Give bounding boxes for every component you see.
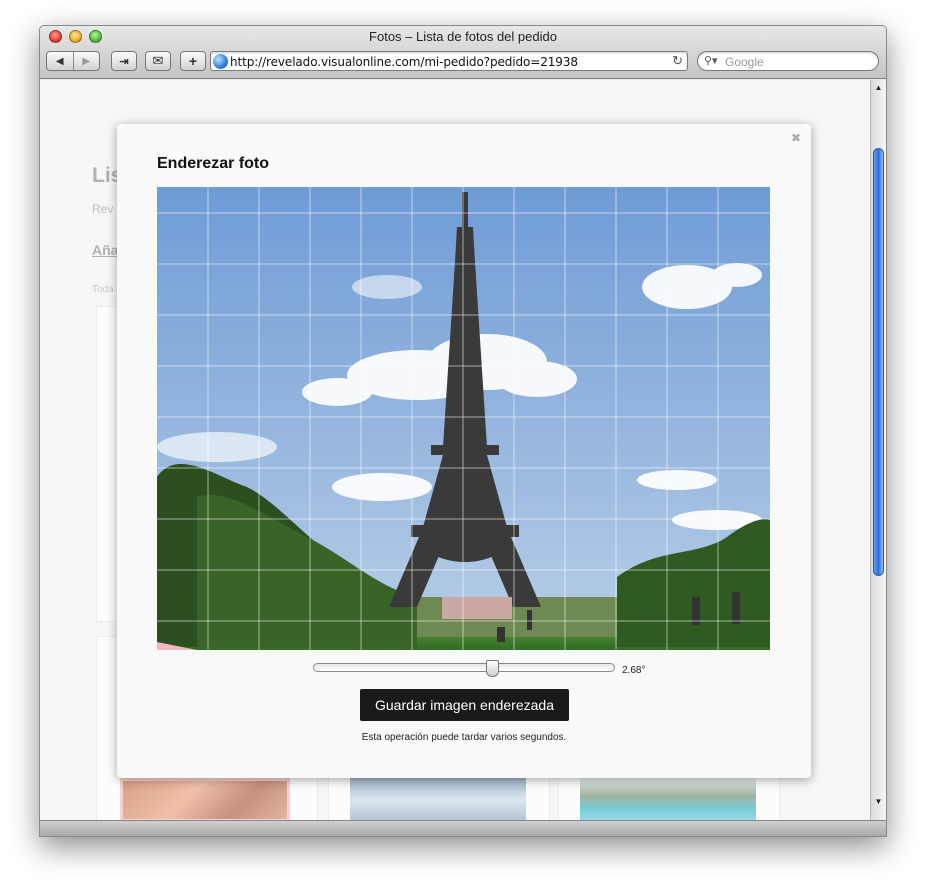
- new-tab-button[interactable]: +: [180, 51, 206, 71]
- photo-preview: [157, 187, 770, 650]
- operation-note: Esta operación puede tardar varios segun…: [361, 732, 567, 743]
- scroll-thumb[interactable]: [873, 148, 884, 576]
- scroll-up-icon[interactable]: ▲: [871, 82, 886, 94]
- title-bar: Fotos – Lista de fotos del pedido ◀ ▶ ⇥ …: [40, 26, 886, 79]
- save-straightened-button[interactable]: Guardar imagen enderezada: [360, 689, 569, 721]
- vertical-scrollbar[interactable]: ▲ ▼: [870, 80, 886, 822]
- address-bar[interactable]: http://revelado.visualonline.com/mi-pedi…: [210, 51, 688, 71]
- eiffel-tower-photo: [157, 187, 770, 650]
- search-field[interactable]: ⚲▾ Google: [697, 51, 879, 71]
- rotation-slider[interactable]: [313, 660, 615, 677]
- globe-icon: [213, 54, 228, 69]
- back-forward-group: ◀ ▶: [46, 51, 100, 71]
- url-text: http://revelado.visualonline.com/mi-pedi…: [230, 55, 578, 69]
- bookmark-icon: ⇥: [119, 55, 129, 68]
- page-content: Lis Rev Aña Toda ✖ Enderezar foto 2.68° …: [40, 80, 872, 822]
- plus-icon: +: [188, 53, 198, 69]
- reload-icon[interactable]: ↻: [672, 53, 683, 69]
- back-button[interactable]: ◀: [47, 56, 73, 67]
- envelope-icon: ✉: [152, 53, 164, 68]
- slider-thumb[interactable]: [486, 660, 499, 677]
- rotation-value: 2.68°: [622, 665, 646, 676]
- browser-window: Fotos – Lista de fotos del pedido ◀ ▶ ⇥ …: [39, 25, 887, 837]
- scroll-down-icon[interactable]: ▼: [871, 796, 886, 808]
- straighten-photo-dialog: ✖ Enderezar foto 2.68° Guardar imagen en…: [117, 124, 811, 778]
- dialog-title: Enderezar foto: [157, 155, 270, 172]
- search-icon: ⚲▾: [704, 55, 718, 67]
- mail-button[interactable]: ✉: [145, 51, 171, 71]
- status-bar: [40, 820, 886, 836]
- close-dialog-icon[interactable]: ✖: [791, 131, 801, 145]
- forward-button[interactable]: ▶: [74, 56, 100, 67]
- add-bookmark-button[interactable]: ⇥: [111, 51, 137, 71]
- search-placeholder: Google: [725, 55, 764, 69]
- window-title: Fotos – Lista de fotos del pedido: [369, 29, 557, 44]
